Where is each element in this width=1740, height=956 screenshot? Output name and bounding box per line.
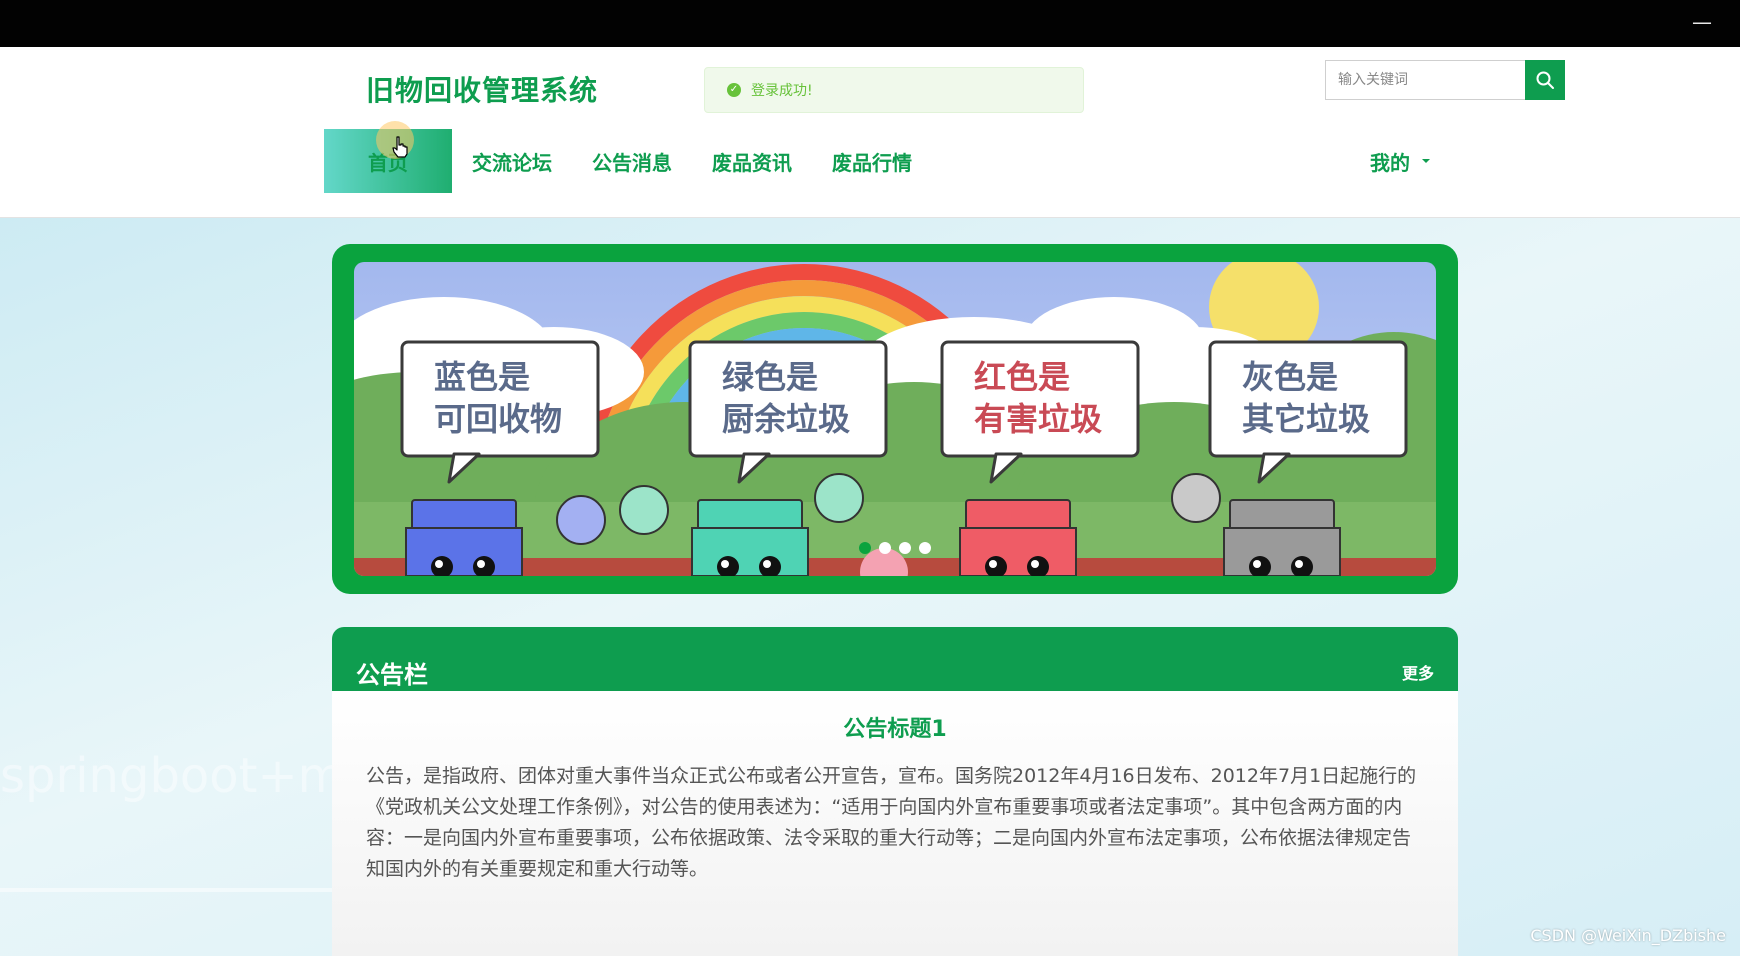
main-nav: 首页 交流论坛 公告消息 废品资讯 废品行情 [324,129,932,193]
banner-carousel: 蓝色是 可回收物 绿色是 厨余垃圾 红色是 有害垃圾 灰色是 其它垃圾 [332,244,1458,594]
notice-board-header: 公告栏 更多 [332,627,1458,691]
nav-item-waste-news[interactable]: 废品资讯 [692,129,812,193]
sign-4-line1: 灰色是 [1242,358,1338,396]
minimize-icon[interactable]: — [1692,12,1712,32]
sign-1-line1: 蓝色是 [434,358,530,396]
nav-item-announcements[interactable]: 公告消息 [572,129,692,193]
carousel-dot-2[interactable] [879,542,891,554]
notice-board-body: 公告标题1 公告，是指政府、团体对重大事件当众正式公布或者公开宣告，宣布。国务院… [332,691,1458,956]
search-box [1325,60,1565,100]
caret-down-icon [1422,159,1430,163]
carousel-indicators [354,542,1436,554]
site-title: 旧物回收管理系统 [366,74,599,107]
sign-3-line2: 有害垃圾 [974,400,1102,438]
search-button[interactable] [1525,60,1565,100]
hand-pointer-icon [392,136,408,158]
sign-1-line2: 可回收物 [434,400,562,438]
notice-board-title: 公告栏 [356,661,428,689]
toast-message: 登录成功! [751,83,813,99]
banner-illustration: 蓝色是 可回收物 绿色是 厨余垃圾 红色是 有害垃圾 灰色是 其它垃圾 [354,262,1436,576]
sign-3-line1: 红色是 [974,358,1070,396]
search-input[interactable] [1325,60,1525,100]
search-icon [1536,71,1554,89]
nav-item-waste-market[interactable]: 废品行情 [812,129,932,193]
csdn-watermark: CSDN @WeiXin_DZbishe [1530,926,1726,945]
notice-item-text: 公告，是指政府、团体对重大事件当众正式公布或者公开宣告，宣布。国务院2012年4… [366,765,1417,880]
notice-item-title[interactable]: 公告标题1 [332,711,1458,743]
carousel-dot-3[interactable] [899,542,911,554]
sign-2-line2: 厨余垃圾 [722,400,850,438]
user-menu-label: 我的 [1370,150,1410,175]
window-titlebar: — [0,0,1740,47]
banner-slide[interactable]: 蓝色是 可回收物 绿色是 厨余垃圾 红色是 有害垃圾 灰色是 其它垃圾 [354,262,1436,576]
sign-4-line2: 其它垃圾 [1242,400,1370,438]
login-success-toast: ✓ 登录成功! [704,67,1084,113]
carousel-dot-4[interactable] [919,542,931,554]
notice-more-link[interactable]: 更多 [1402,660,1434,684]
background-decor-line [0,888,350,892]
carousel-dot-1[interactable] [859,542,871,554]
sign-2-line1: 绿色是 [722,358,818,396]
notice-board: 公告栏 更多 公告标题1 公告，是指政府、团体对重大事件当众正式公布或者公开宣告… [332,627,1458,956]
background-watermark-text: springboot+my [0,748,373,804]
user-menu[interactable]: 我的 [1370,129,1430,193]
nav-item-forum[interactable]: 交流论坛 [452,129,572,193]
check-circle-icon: ✓ [727,83,741,97]
site-header: 旧物回收管理系统 ✓ 登录成功! 首页 交流论坛 公告消息 废品资讯 废品行情 … [0,47,1740,218]
